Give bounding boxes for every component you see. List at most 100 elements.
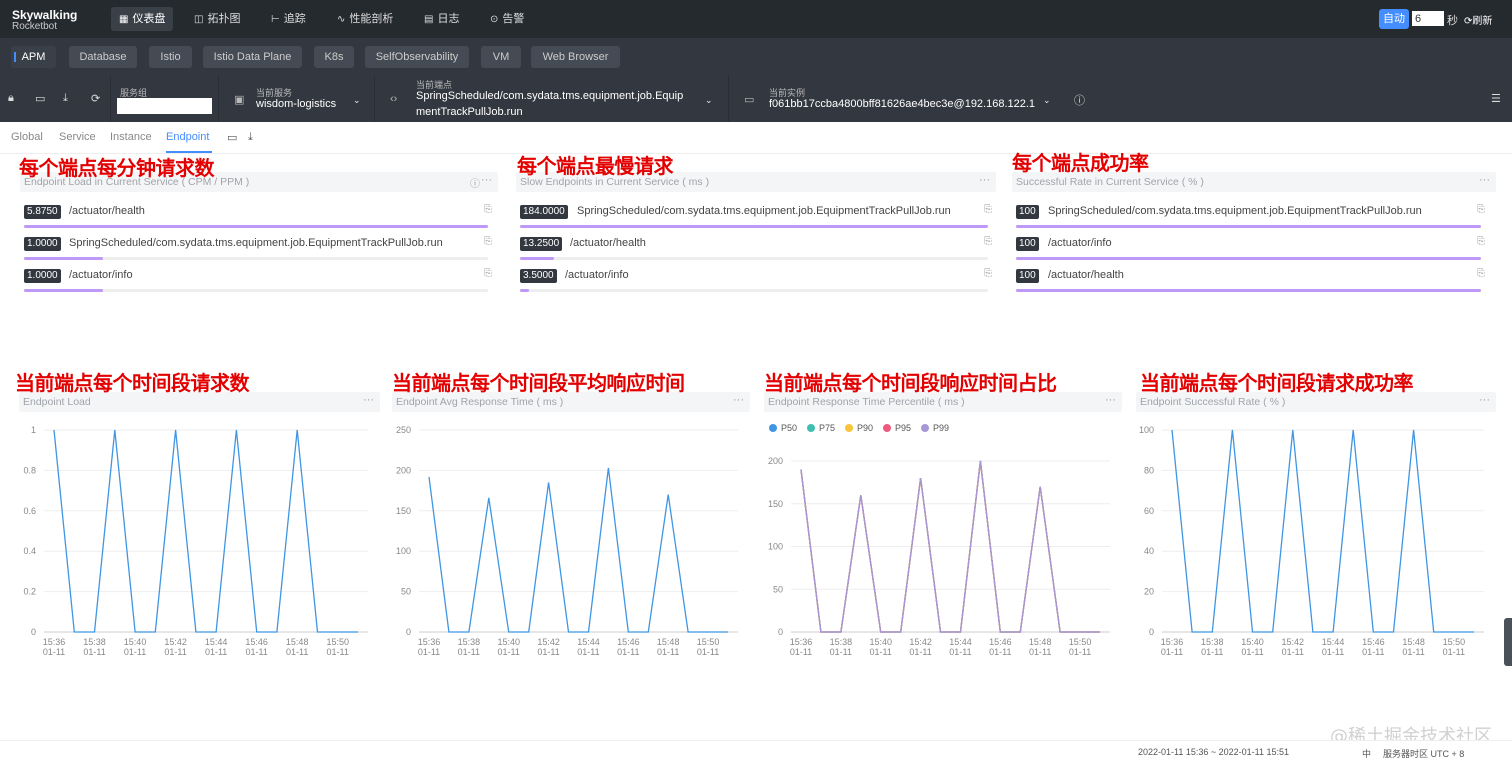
legend-label[interactable]: P95 xyxy=(895,423,911,433)
legend-marker[interactable] xyxy=(883,424,891,432)
nav-dashboard[interactable]: ▦ 仪表盘 xyxy=(111,7,174,31)
refresh-button[interactable]: ⟳刷新 xyxy=(1464,12,1492,27)
x-tick-label: 15:50 xyxy=(697,637,720,647)
nav-label: 拓扑图 xyxy=(207,13,241,25)
endpoint-load-chart[interactable]: 00.20.40.60.8115:3601-1115:3801-1115:400… xyxy=(10,418,380,663)
x-tick-label: 15:36 xyxy=(790,637,813,647)
endpoint-value-line1: SpringScheduled/com.sydata.tms.equipment… xyxy=(416,90,684,102)
nav-label: 性能剖析 xyxy=(349,13,394,25)
y-tick-label: 80 xyxy=(1144,465,1154,475)
x-tick-label: 15:36 xyxy=(418,637,441,647)
service-selector[interactable]: ▣ 当前服务 wisdom-logistics ⌄ xyxy=(218,75,374,122)
x-tick-label: 01-11 xyxy=(1362,647,1384,657)
legend-marker[interactable] xyxy=(769,424,777,432)
layer-istio[interactable]: Istio xyxy=(149,46,192,68)
list-item[interactable]: 13.2500/actuator/health ⎘ xyxy=(520,234,996,260)
avg-response-chart[interactable]: 05010015020025015:3601-1115:3801-1115:40… xyxy=(385,418,750,663)
lock-icon[interactable]: 🔒︎ xyxy=(8,92,14,105)
annotation-slow-endpoints: 每个端点最慢请求 xyxy=(517,154,674,178)
copy-icon[interactable]: ⎘ xyxy=(1477,236,1485,247)
nav-topology[interactable]: ◫ 拓扑图 xyxy=(186,7,248,31)
reload-icon[interactable]: ⟳ xyxy=(91,92,100,105)
legend-label[interactable]: P75 xyxy=(819,423,835,433)
legend-label[interactable]: P50 xyxy=(781,423,797,433)
more-icon[interactable]: ··· xyxy=(363,394,374,406)
layer-istio-data-plane[interactable]: Istio Data Plane xyxy=(203,46,302,68)
tab-service[interactable]: Service xyxy=(59,131,96,143)
layer-web-browser[interactable]: Web Browser xyxy=(531,46,620,68)
refresh-interval-input[interactable] xyxy=(1412,11,1444,26)
menu-fold-icon[interactable]: ☰ xyxy=(1491,92,1501,105)
nav-log[interactable]: ▤ 日志 xyxy=(416,7,467,31)
copy-icon[interactable]: ⎘ xyxy=(984,236,992,247)
list-item[interactable]: 3.5000/actuator/info ⎘ xyxy=(520,266,996,292)
percentile-chart[interactable]: P50 P75 P90 P95 P9905010015020015:3601-1115:… xyxy=(757,418,1122,663)
layer-apm[interactable]: APM xyxy=(11,46,56,68)
copy-icon[interactable]: ⎘ xyxy=(484,204,492,215)
layer-k8s[interactable]: K8s xyxy=(314,46,354,68)
more-icon[interactable]: ··· xyxy=(979,174,990,186)
more-icon[interactable]: ··· xyxy=(481,174,492,186)
copy-icon[interactable]: ⎘ xyxy=(1477,204,1485,215)
download-icon[interactable]: ⤓ xyxy=(248,131,253,144)
side-scroll-handle[interactable] xyxy=(1504,618,1512,666)
tab-instance[interactable]: Instance xyxy=(110,131,152,143)
endpoint-selector[interactable]: ‹› 当前端点 SpringScheduled/com.sydata.tms.e… xyxy=(374,75,728,122)
more-icon[interactable]: ··· xyxy=(1479,394,1490,406)
list-item[interactable]: 100/actuator/health ⎘ xyxy=(1016,266,1489,292)
nav-trace[interactable]: ⊢ 追踪 xyxy=(263,7,314,31)
list-item[interactable]: 184.0000 SpringScheduled/com.sydata.tms.e… xyxy=(520,202,996,228)
copy-icon[interactable]: ⎘ xyxy=(1477,268,1485,279)
layer-selfobservability[interactable]: SelfObservability xyxy=(365,46,469,68)
copy-icon[interactable]: ⎘ xyxy=(984,268,992,279)
value-bar-fill xyxy=(1016,225,1481,228)
series-line[interactable] xyxy=(53,429,358,633)
list-item[interactable]: 5.8750/actuator/health ⎘ xyxy=(24,202,496,228)
list-item[interactable]: 100/actuator/info ⎘ xyxy=(1016,234,1489,260)
folder-icon[interactable]: ▭ xyxy=(227,131,237,144)
copy-icon[interactable]: ⎘ xyxy=(484,236,492,247)
copy-icon[interactable]: ⎘ xyxy=(984,204,992,215)
language-toggle[interactable]: 中 xyxy=(1362,747,1371,760)
legend-marker[interactable] xyxy=(845,424,853,432)
annotation-load-chart: 当前端点每个时间段请求数 xyxy=(15,371,250,395)
list-item[interactable]: 100 SpringScheduled/com.sydata.tms.equipm… xyxy=(1016,202,1489,228)
x-tick-label: 15:44 xyxy=(1322,637,1345,647)
folder-icon[interactable]: ▭ xyxy=(35,92,45,105)
y-tick-label: 200 xyxy=(768,456,783,466)
download-icon[interactable]: ⤓ xyxy=(63,92,68,105)
time-range[interactable]: 2022-01-11 15:36 ~ 2022-01-11 15:51 xyxy=(1138,747,1289,757)
legend-marker[interactable] xyxy=(807,424,815,432)
nav-alarm[interactable]: ⊙ 告警 xyxy=(482,7,532,31)
legend-label[interactable]: P99 xyxy=(933,423,949,433)
more-icon[interactable]: ··· xyxy=(733,394,744,406)
more-icon[interactable]: ··· xyxy=(1479,174,1490,186)
endpoint-name: /actuator/info xyxy=(69,269,133,281)
value-bar-fill xyxy=(520,289,529,292)
layer-vm[interactable]: VM xyxy=(481,46,521,68)
tab-endpoint[interactable]: Endpoint xyxy=(166,131,209,143)
series-line[interactable] xyxy=(428,467,728,633)
success-rate-chart[interactable]: 02040608010015:3601-1115:3801-1115:4001-… xyxy=(1128,418,1496,663)
value-bar-track xyxy=(1016,257,1481,260)
service-group-input[interactable] xyxy=(117,98,212,114)
list-item[interactable]: 1.0000/actuator/info ⎘ xyxy=(24,266,496,292)
logo[interactable]: Skywalking Rocketbot xyxy=(12,9,77,33)
legend-label[interactable]: P90 xyxy=(857,423,873,433)
auto-refresh-button[interactable]: 自动 xyxy=(1379,9,1409,29)
y-tick-label: 150 xyxy=(396,506,411,516)
copy-icon[interactable]: ⎘ xyxy=(484,268,492,279)
tab-global[interactable]: Global xyxy=(11,131,43,143)
layer-database[interactable]: Database xyxy=(69,46,137,68)
x-tick-label: 15:36 xyxy=(43,637,66,647)
instance-selector[interactable]: ▭ 当前实例 f061bb17ccba4800bff81626ae4bec3e@… xyxy=(728,75,1063,122)
info-icon[interactable]: ⓘ xyxy=(470,175,480,190)
legend-marker[interactable] xyxy=(921,424,929,432)
list-item[interactable]: 1.0000 SpringScheduled/com.sydata.tms.equ… xyxy=(24,234,496,260)
info-icon[interactable]: ⓘ xyxy=(1074,92,1085,108)
value-bar-fill xyxy=(1016,289,1481,292)
more-icon[interactable]: ··· xyxy=(1105,394,1116,406)
nav-profile[interactable]: ∿ 性能剖析 xyxy=(329,7,401,31)
series-line[interactable] xyxy=(1171,429,1474,633)
x-tick-label: 01-11 xyxy=(124,647,146,657)
